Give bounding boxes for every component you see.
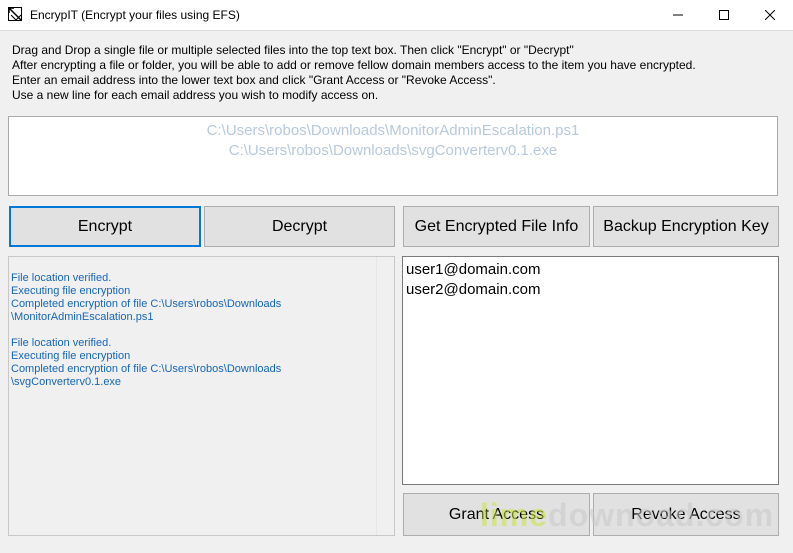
log-line: File location verified. (11, 337, 112, 349)
file-path: C:\Users\robos\Downloads\svgConverterv0.… (228, 142, 558, 159)
app-icon (8, 7, 22, 21)
instruction-line: Use a new line for each email address yo… (12, 88, 379, 102)
file-path: C:\Users\robos\Downloads\MonitorAdminEsc… (206, 122, 580, 139)
title-bar: EncrypIT (Encrypt your files using EFS) (0, 0, 793, 31)
get-encrypted-file-info-button[interactable]: Get Encrypted File Info (403, 206, 590, 247)
watermark-part: downoad.com (548, 497, 775, 533)
log-line: Completed encryption of file C:\Users\ro… (11, 298, 282, 310)
close-button[interactable] (747, 0, 793, 30)
instructions-text: Drag and Drop a single file or multiple … (12, 43, 696, 103)
minimize-icon (673, 14, 683, 16)
minimize-button[interactable] (655, 0, 701, 30)
instruction-line: Enter an email address into the lower te… (12, 73, 496, 87)
log-line: \svgConverterv0.1.exe (11, 376, 122, 388)
log-line: File location verified. (11, 272, 112, 284)
close-icon (765, 10, 775, 20)
maximize-icon (719, 10, 729, 20)
watermark: limedownoad.com (480, 497, 774, 534)
backup-encryption-key-button[interactable]: Backup Encryption Key (593, 206, 779, 247)
file-drop-textbox[interactable]: C:\Users\robos\Downloads\MonitorAdminEsc… (8, 116, 778, 196)
log-line: Executing file encryption (11, 350, 131, 362)
email-lines: user1@domain.com user2@domain.com (406, 260, 540, 300)
instruction-line: After encrypting a file or folder, you w… (12, 58, 696, 72)
instruction-line: Drag and Drop a single file or multiple … (12, 43, 574, 57)
maximize-button[interactable] (701, 0, 747, 30)
decrypt-button[interactable]: Decrypt (204, 206, 395, 247)
log-output[interactable]: File location verified. Executing file e… (8, 256, 395, 536)
email-entry: user2@domain.com (406, 281, 541, 298)
email-textbox[interactable]: user1@domain.com user2@domain.com (402, 256, 779, 485)
window-title: EncrypIT (Encrypt your files using EFS) (30, 8, 240, 22)
email-entry: user1@domain.com (406, 261, 541, 278)
log-lines: File location verified. Executing file e… (11, 272, 281, 389)
log-line: Executing file encryption (11, 285, 131, 297)
log-scrollbar[interactable] (376, 257, 394, 535)
log-line: Completed encryption of file C:\Users\ro… (11, 363, 282, 375)
encrypt-button[interactable]: Encrypt (9, 206, 201, 247)
watermark-part: lime (480, 497, 549, 533)
log-line: \MonitorAdminEscalation.ps1 (11, 311, 154, 323)
